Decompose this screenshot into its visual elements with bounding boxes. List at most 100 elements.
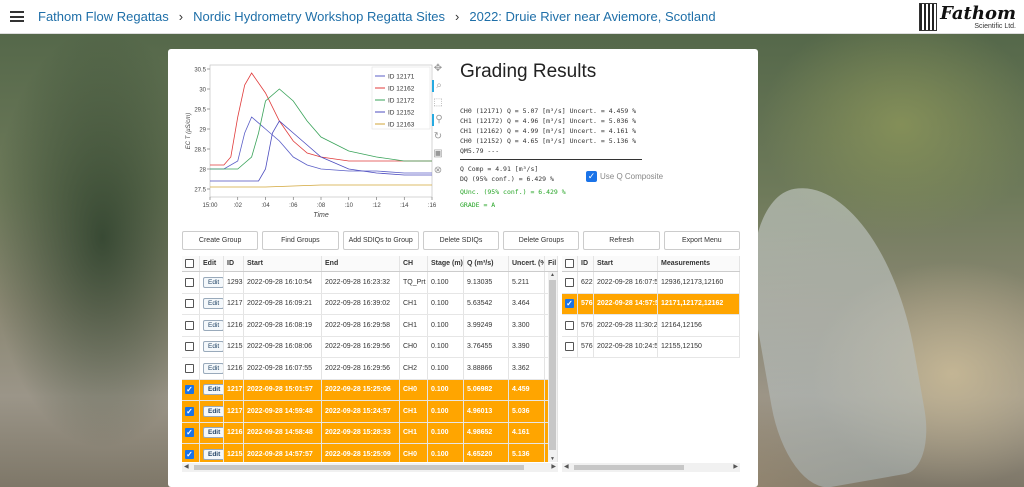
reset-icon[interactable]: ↻: [432, 131, 444, 143]
grading-results-text: CH0 (12171) Q = 5.07 [m³/s] Uncert. = 4.…: [460, 106, 642, 210]
scroll-up-icon[interactable]: ▲: [548, 272, 557, 278]
sdiq-table-vscrollbar[interactable]: ▲ ▼: [548, 272, 557, 462]
use-q-composite-toggle[interactable]: ✓ Use Q Composite: [586, 171, 663, 182]
edit-button[interactable]: Edit: [203, 298, 223, 310]
table-row[interactable]: 622 2022-09-28 16:07:55 12936,12173,12160: [562, 272, 740, 294]
column-header[interactable]: [562, 256, 578, 271]
box-zoom-icon[interactable]: ⌕: [432, 80, 444, 92]
column-header[interactable]: CH: [400, 256, 428, 271]
pan-icon[interactable]: ✥: [432, 63, 444, 75]
edit-button[interactable]: Edit: [203, 362, 223, 374]
edit-button[interactable]: Edit: [203, 341, 223, 353]
table-cell-start: 2022-09-28 16:07:55: [244, 358, 322, 379]
scroll-right-icon[interactable]: ▶: [551, 463, 556, 470]
x-tick-label: :08: [317, 203, 326, 209]
row-checkbox[interactable]: [565, 320, 574, 330]
table-row[interactable]: 576 2022-09-28 10:24:53 12155,12150: [562, 336, 740, 358]
table-cell-unc: 4.161: [509, 422, 545, 443]
table-cell-cb: [182, 293, 200, 314]
wheel-zoom-icon[interactable]: ⚲: [432, 114, 444, 126]
table-row[interactable]: ✓ Edit121712022-09-28 15:01:572022-09-28 …: [182, 379, 558, 401]
column-header[interactable]: Fil: [545, 256, 558, 271]
table-row[interactable]: ✓ Edit121522022-09-28 14:57:572022-09-28 …: [182, 444, 558, 462]
row-checkbox[interactable]: ✓: [185, 385, 194, 395]
row-checkbox[interactable]: [185, 363, 194, 373]
x-tick-label: :14: [400, 203, 409, 209]
scroll-left-icon[interactable]: ◀: [564, 463, 569, 470]
table-cell-start: 2022-09-28 11:30:25: [594, 315, 658, 336]
column-header[interactable]: ID: [578, 256, 594, 271]
scroll-thumb[interactable]: [194, 465, 524, 470]
column-header[interactable]: Measurements: [658, 256, 740, 271]
table-cell-q: 4.65220: [464, 444, 509, 462]
table-cell-stage: 0.100: [428, 293, 464, 314]
column-header[interactable]: End: [322, 256, 400, 271]
sdiq-table-hscrollbar[interactable]: ◀ ▶: [182, 463, 558, 472]
checkbox-checked-icon[interactable]: ✓: [586, 171, 597, 182]
table-row[interactable]: ✓ Edit121622022-09-28 14:58:482022-09-28 …: [182, 422, 558, 444]
hover-icon[interactable]: ⊗: [432, 165, 444, 177]
table-cell-id: 622: [578, 272, 594, 293]
edit-button[interactable]: Edit: [203, 448, 223, 460]
column-header[interactable]: Edit: [200, 256, 224, 271]
groups-table-hscrollbar[interactable]: ◀ ▶: [562, 463, 740, 472]
row-checkbox[interactable]: [185, 277, 194, 287]
select-all-checkbox[interactable]: [565, 259, 574, 268]
select-all-checkbox[interactable]: [185, 259, 194, 268]
row-checkbox[interactable]: ✓: [185, 406, 194, 416]
scroll-left-icon[interactable]: ◀: [184, 463, 189, 470]
row-checkbox[interactable]: [565, 277, 574, 287]
q-uncertainty: QUnc. (95% conf.) = 6.429 %: [460, 188, 566, 196]
table-cell-end: 2022-09-28 15:24:57: [322, 401, 400, 422]
row-checkbox[interactable]: [185, 342, 194, 352]
table-cell-meas: 12171,12172,12162: [658, 293, 740, 314]
edit-button[interactable]: Edit: [203, 427, 223, 439]
delete-groups-button[interactable]: Delete Groups: [503, 231, 580, 250]
row-checkbox[interactable]: [185, 320, 194, 330]
table-cell-edit: Edit: [200, 272, 224, 293]
create-group-button[interactable]: Create Group: [182, 231, 259, 250]
table-row[interactable]: Edit121672022-09-28 16:07:552022-09-28 1…: [182, 358, 558, 380]
box-select-icon[interactable]: ⬚: [432, 97, 444, 109]
menu-icon[interactable]: [10, 11, 24, 22]
export-menu-button[interactable]: Export Menu: [663, 231, 740, 250]
row-checkbox[interactable]: [185, 299, 194, 309]
save-icon[interactable]: ▣: [432, 148, 444, 160]
delete-sdiqs-button[interactable]: Delete SDIQs: [422, 231, 500, 250]
scroll-down-icon[interactable]: ▼: [548, 456, 557, 462]
breadcrumb-link-site[interactable]: 2022: Druie River near Aviemore, Scotlan…: [469, 9, 715, 24]
edit-button[interactable]: Edit: [203, 405, 223, 417]
column-header[interactable]: Stage (m): [428, 256, 464, 271]
scroll-right-icon[interactable]: ▶: [733, 463, 738, 470]
table-row[interactable]: ✓ Edit121722022-09-28 14:59:482022-09-28 …: [182, 401, 558, 423]
column-header[interactable]: [182, 256, 200, 271]
edit-button[interactable]: Edit: [203, 384, 223, 396]
column-header[interactable]: Uncert. (%): [509, 256, 545, 271]
table-row[interactable]: 576 2022-09-28 11:30:25 12164,12156: [562, 315, 740, 337]
top-nav-bar: Fathom Flow Regattas › Nordic Hydrometry…: [0, 0, 1024, 34]
column-header[interactable]: Start: [594, 256, 658, 271]
scroll-thumb[interactable]: [574, 465, 684, 470]
breadcrumb-link-workshop[interactable]: Nordic Hydrometry Workshop Regatta Sites: [193, 9, 445, 24]
edit-button[interactable]: Edit: [203, 319, 223, 331]
row-checkbox[interactable]: ✓: [185, 449, 194, 459]
edit-button[interactable]: Edit: [203, 276, 223, 288]
main-panel: 27.5 28 28.5 29 29.5 30 30.5 15:00:02:04:06:08:…: [168, 49, 758, 487]
find-groups-button[interactable]: Find Groups: [262, 231, 339, 250]
column-header[interactable]: ID: [224, 256, 244, 271]
column-header[interactable]: Q (m³/s): [464, 256, 509, 271]
add-sdiqs-button[interactable]: Add SDIQs to Group: [342, 231, 419, 250]
row-checkbox[interactable]: [565, 342, 574, 352]
column-header[interactable]: Start: [244, 256, 322, 271]
table-row[interactable]: ✓ 576 2022-09-28 14:57:57 12171,12172,12162: [562, 293, 740, 315]
row-checkbox[interactable]: ✓: [185, 428, 194, 438]
refresh-button[interactable]: Refresh: [583, 231, 660, 250]
breadcrumb-link-regattas[interactable]: Fathom Flow Regattas: [38, 9, 169, 24]
table-row[interactable]: Edit121602022-09-28 16:08:192022-09-28 1…: [182, 315, 558, 337]
row-checkbox[interactable]: ✓: [565, 299, 574, 309]
table-row[interactable]: Edit121532022-09-28 16:08:062022-09-28 1…: [182, 336, 558, 358]
table-cell-ch: CH1: [400, 293, 428, 314]
table-row[interactable]: Edit121732022-09-28 16:09:212022-09-28 1…: [182, 293, 558, 315]
table-row[interactable]: Edit129362022-09-28 16:10:542022-09-28 1…: [182, 272, 558, 294]
scroll-thumb[interactable]: [549, 280, 556, 450]
